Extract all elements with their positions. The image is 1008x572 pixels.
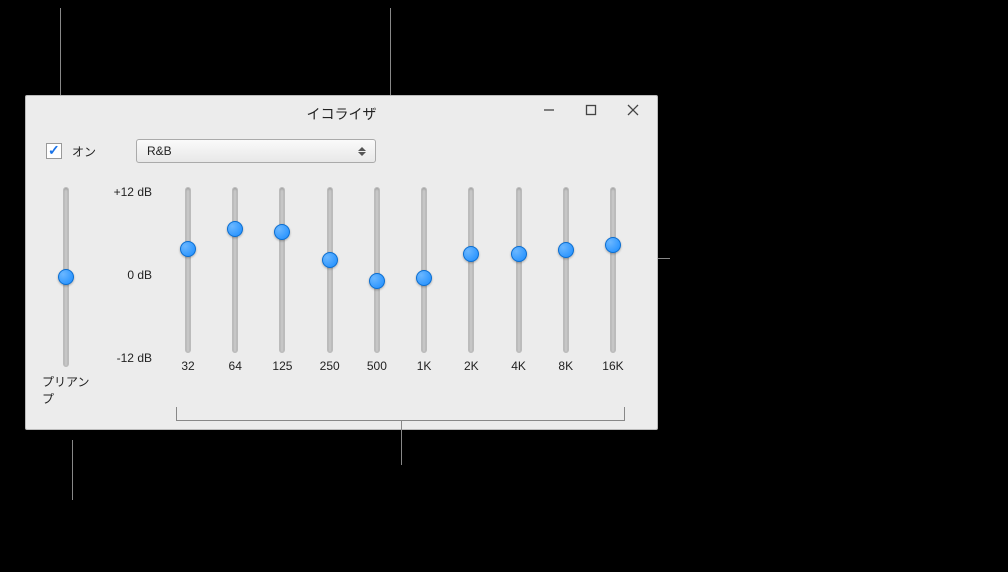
band-64: 64 [215, 187, 255, 373]
band-slider-thumb[interactable] [463, 246, 479, 262]
toolbar: オン R&B [26, 131, 657, 173]
band-500: 500 [357, 187, 397, 373]
band-slider-thumb[interactable] [369, 273, 385, 289]
close-button[interactable] [613, 96, 653, 124]
band-freq-label: 64 [229, 359, 242, 373]
preset-dropdown-value: R&B [147, 144, 172, 158]
maximize-button[interactable] [571, 96, 611, 124]
band-16K: 16K [593, 187, 633, 373]
band-slider[interactable] [421, 187, 427, 353]
band-freq-label: 125 [272, 359, 292, 373]
band-slider[interactable] [279, 187, 285, 353]
preset-dropdown[interactable]: R&B [136, 139, 376, 163]
equalizer-window: イコライザ オン R&B プリアンプ +12 d [25, 95, 658, 430]
bracket-stem [401, 420, 402, 465]
scale-max-label: +12 dB [114, 185, 152, 199]
band-freq-label: 32 [181, 359, 194, 373]
callout-line [72, 440, 73, 500]
bands-container: 32 64 125 250 500 1K 2K 4K 8K 16K [160, 181, 641, 403]
band-slider[interactable] [610, 187, 616, 353]
band-slider-thumb[interactable] [227, 221, 243, 237]
equalizer-on-label: オン [72, 143, 96, 160]
band-freq-label: 4K [511, 359, 526, 373]
band-freq-label: 250 [320, 359, 340, 373]
band-slider[interactable] [374, 187, 380, 353]
band-slider[interactable] [468, 187, 474, 353]
preamp-slider[interactable] [63, 187, 69, 367]
band-slider[interactable] [232, 187, 238, 353]
band-125: 125 [262, 187, 302, 373]
band-slider[interactable] [185, 187, 191, 353]
equalizer-on-checkbox[interactable] [46, 143, 62, 159]
band-freq-label: 8K [558, 359, 573, 373]
band-slider[interactable] [327, 187, 333, 353]
preamp-slider-thumb[interactable] [58, 269, 74, 285]
band-slider-thumb[interactable] [322, 252, 338, 268]
band-slider-thumb[interactable] [558, 242, 574, 258]
bands-bracket [176, 407, 625, 421]
window-title: イコライザ [307, 104, 377, 124]
band-1K: 1K [404, 187, 444, 373]
chevron-updown-icon [355, 144, 369, 158]
band-8K: 8K [546, 187, 586, 373]
band-slider-thumb[interactable] [511, 246, 527, 262]
band-freq-label: 2K [464, 359, 479, 373]
scale-mid-label: 0 dB [127, 268, 152, 282]
band-slider-thumb[interactable] [416, 270, 432, 286]
band-freq-label: 16K [602, 359, 623, 373]
band-slider-thumb[interactable] [180, 241, 196, 257]
window-controls [529, 96, 653, 124]
band-slider-thumb[interactable] [274, 224, 290, 240]
band-slider[interactable] [563, 187, 569, 353]
band-32: 32 [168, 187, 208, 373]
scale-min-label: -12 dB [117, 351, 152, 365]
band-freq-label: 1K [417, 359, 432, 373]
titlebar: イコライザ [26, 96, 657, 131]
equalizer-body: プリアンプ +12 dB 0 dB -12 dB 32 64 125 250 500 1K… [26, 173, 657, 418]
band-2K: 2K [451, 187, 491, 373]
band-4K: 4K [499, 187, 539, 373]
minimize-button[interactable] [529, 96, 569, 124]
preamp-label: プリアンプ [42, 373, 90, 407]
band-250: 250 [310, 187, 350, 373]
preamp-column: プリアンプ [42, 181, 90, 418]
band-freq-label: 500 [367, 359, 387, 373]
band-slider[interactable] [516, 187, 522, 353]
band-slider-thumb[interactable] [605, 237, 621, 253]
scale-column: +12 dB 0 dB -12 dB [90, 181, 160, 393]
